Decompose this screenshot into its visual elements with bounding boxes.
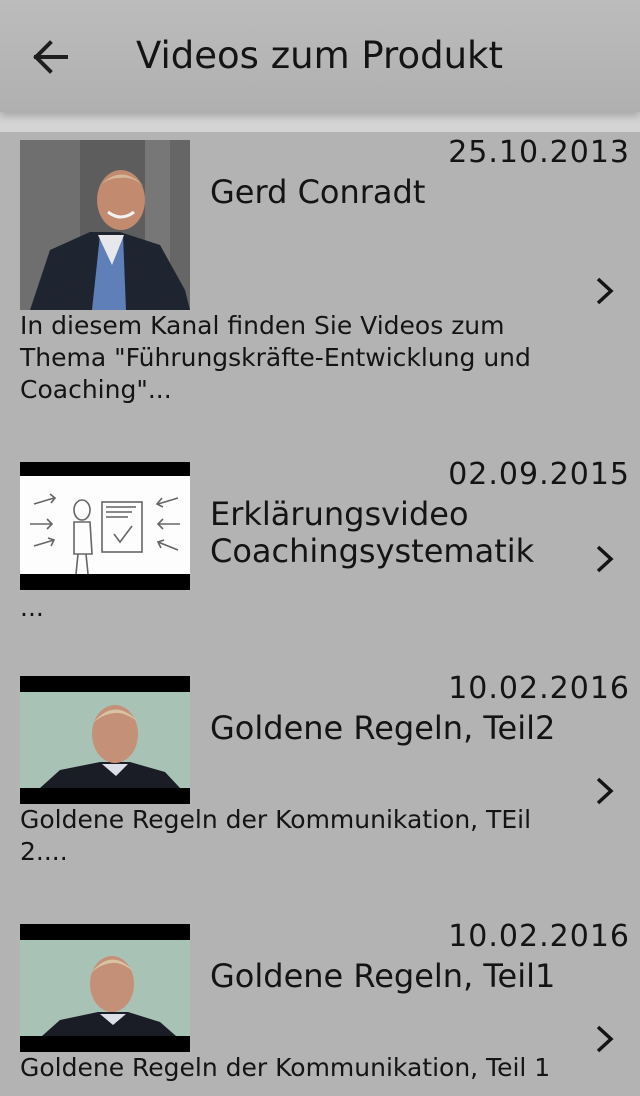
- video-thumbnail: [20, 676, 190, 804]
- video-title: Goldene Regeln, Teil1: [210, 957, 556, 995]
- video-thumbnail: [20, 924, 190, 1052]
- video-title: Erklärungsvideo Coachingsystematik: [210, 495, 535, 570]
- chevron-right-icon: [596, 277, 614, 305]
- video-item[interactable]: 10.02.2016 Goldene Regeln, Teil1 Goldene…: [0, 916, 640, 1096]
- video-title: Goldene Regeln, Teil2: [210, 709, 556, 747]
- video-item[interactable]: 10.02.2016 Goldene Regeln, Teil2 Goldene…: [0, 668, 640, 878]
- video-title: Gerd Conradt: [210, 173, 426, 211]
- video-date: 25.10.2013: [448, 135, 630, 170]
- back-button[interactable]: [28, 36, 76, 78]
- video-item[interactable]: 02.09.2015 Erklärungsvideo Coachingsyste…: [0, 454, 640, 634]
- chevron-right-icon: [596, 1025, 614, 1053]
- app-bar: Videos zum Produkt: [0, 0, 640, 112]
- page-title: Videos zum Produkt: [136, 34, 503, 77]
- chevron-right-icon: [596, 545, 614, 573]
- video-item[interactable]: 25.10.2013 Gerd Conradt In diesem Kanal …: [0, 132, 640, 422]
- video-date: 10.02.2016: [448, 671, 630, 706]
- video-description: Goldene Regeln der Kommunikation, Teil 1: [20, 1053, 551, 1082]
- video-thumbnail: [20, 462, 190, 590]
- header-divider: [0, 112, 640, 132]
- video-date: 02.09.2015: [448, 457, 630, 492]
- video-date: 10.02.2016: [448, 919, 630, 954]
- video-list: 25.10.2013 Gerd Conradt In diesem Kanal …: [0, 132, 640, 1096]
- chevron-right-icon: [596, 777, 614, 805]
- video-thumbnail: [20, 140, 190, 310]
- video-description: In diesem Kanal finden Sie Videos zum Th…: [20, 311, 531, 404]
- video-description: ...: [20, 593, 44, 622]
- video-description: Goldene Regeln der Kommunikation, TEil 2…: [20, 805, 532, 866]
- arrow-left-icon: [33, 40, 68, 74]
